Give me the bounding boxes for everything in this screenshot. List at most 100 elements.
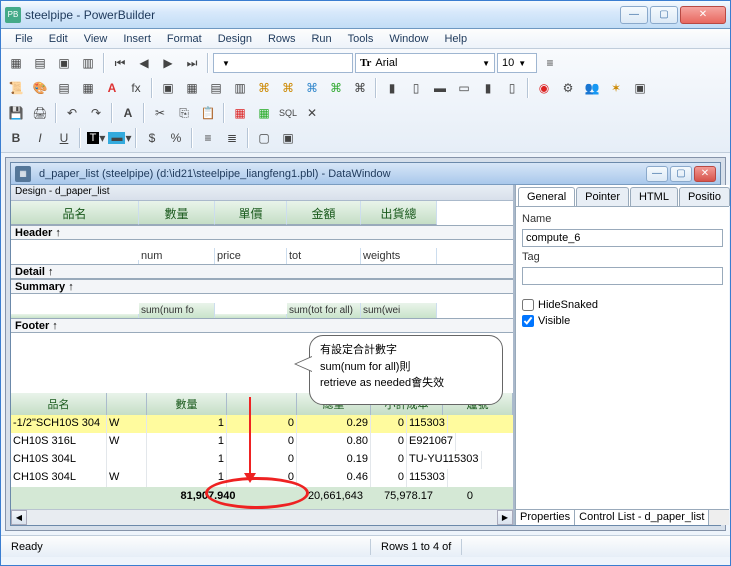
child-max-button[interactable]: ▢ [670,166,692,182]
tag-input[interactable] [522,267,723,285]
col-num[interactable]: num [139,248,215,264]
calc-icon[interactable]: A [101,77,123,99]
text-icon[interactable]: A [117,102,139,124]
bold-icon[interactable]: B [5,127,27,149]
menu-design[interactable]: Design [210,31,260,47]
preview-green-icon[interactable]: ▦ [253,102,275,124]
table-row[interactable]: CH10S 316LW 10 0.800 E921067 [11,433,513,451]
toolbox3-icon[interactable]: ▤ [205,77,227,99]
tool-icon[interactable]: ⚙ [557,77,579,99]
hdr-qty[interactable]: 數量 [139,201,215,225]
font-name-drop[interactable]: TrArial▼ [355,53,495,73]
header-band[interactable]: Header ↑ [11,225,513,240]
nav-last-icon[interactable]: ⏭ [181,52,203,74]
h-scrollbar[interactable]: ◀▶ [11,509,513,525]
underline-icon[interactable]: U [53,127,75,149]
window-icon[interactable]: ▣ [53,52,75,74]
tab-pointer[interactable]: Pointer [576,187,629,206]
db3-icon[interactable]: ⌘ [301,77,323,99]
menu-edit[interactable]: Edit [41,31,76,47]
toolbox2-icon[interactable]: ▦ [181,77,203,99]
currency-icon[interactable]: $ [141,127,163,149]
print-icon[interactable]: 🖨 [29,102,51,124]
col-price[interactable]: price [215,248,287,264]
border2-icon[interactable]: ▣ [277,127,299,149]
clear-icon[interactable]: ✕ [301,102,323,124]
name-input[interactable] [522,229,723,247]
bar3-icon[interactable]: ▬ [429,77,451,99]
gear-icon[interactable]: ✶ [605,77,627,99]
sum-wt[interactable]: sum(wei [361,303,437,318]
menu-tools[interactable]: Tools [340,31,382,47]
hdr-wt[interactable]: 出貨總 [361,201,437,225]
red-dot-icon[interactable]: ◉ [533,77,555,99]
detail-band[interactable]: Detail ↑ [11,264,513,279]
db2-icon[interactable]: ⌘ [277,77,299,99]
bar2-icon[interactable]: ▯ [405,77,427,99]
new-icon[interactable]: ▦ [5,52,27,74]
maximize-button[interactable]: ▢ [650,6,678,24]
painter-icon[interactable]: 🎨 [29,77,51,99]
menu-view[interactable]: View [76,31,116,47]
menu-format[interactable]: Format [159,31,210,47]
summary-band[interactable]: Summary ↑ [11,279,513,294]
hdr-name[interactable]: 品名 [11,201,139,225]
list-icon[interactable]: ▤ [53,77,75,99]
hdr-price[interactable]: 單價 [215,201,287,225]
hdr-amt[interactable]: 金額 [287,201,361,225]
people-icon[interactable]: 👥 [581,77,603,99]
border1-icon[interactable]: ▢ [253,127,275,149]
toolbox4-icon[interactable]: ▥ [229,77,251,99]
db4-icon[interactable]: ⌘ [325,77,347,99]
close-button[interactable]: ✕ [680,6,726,24]
list2-icon[interactable]: ≣ [221,127,243,149]
undo-icon[interactable]: ↶ [61,102,83,124]
nav-first-icon[interactable]: ⏮ [109,52,131,74]
minimize-button[interactable]: — [620,6,648,24]
list1-icon[interactable]: ≡ [197,127,219,149]
db5-icon[interactable]: ⌘ [349,77,371,99]
tab-properties[interactable]: Properties [516,510,575,525]
hidesnaked-checkbox[interactable]: HideSnaked [522,299,723,311]
bar6-icon[interactable]: ▯ [501,77,523,99]
table-row[interactable]: CH10S 304L 10 0.190 TU-YU115303 [11,451,513,469]
open-icon[interactable]: ▤ [29,52,51,74]
percent-icon[interactable]: % [165,127,187,149]
tree-icon[interactable]: ▦ [77,77,99,99]
font-size-drop[interactable]: 10▼ [497,53,537,73]
redo-icon[interactable]: ↷ [85,102,107,124]
col-weights[interactable]: weights [361,248,437,264]
copy-icon[interactable]: ⎘ [173,102,195,124]
bar4-icon[interactable]: ▭ [453,77,475,99]
fn-icon[interactable]: fx [125,77,147,99]
paste-icon[interactable]: 📋 [197,102,219,124]
titlebar[interactable]: PB steelpipe - PowerBuilder — ▢ ✕ [1,1,730,29]
tab-general[interactable]: General [518,187,575,206]
table-row[interactable]: -1/2"SCH10S 304W 10 0.290 115303 [11,415,513,433]
col-tot[interactable]: tot [287,248,361,264]
sql-icon[interactable]: SQL [277,102,299,124]
bar5-icon[interactable]: ▮ [477,77,499,99]
child-titlebar[interactable]: ▦ d_paper_list (steelpipe) (d:\id21\stee… [11,163,720,185]
child-min-button[interactable]: — [646,166,668,182]
italic-icon[interactable]: I [29,127,51,149]
nav-prev-icon[interactable]: ◀ [133,52,155,74]
menu-insert[interactable]: Insert [115,31,159,47]
menu-help[interactable]: Help [436,31,475,47]
cut-icon[interactable]: ✂ [149,102,171,124]
bar1-icon[interactable]: ▮ [381,77,403,99]
script-icon[interactable]: 📜 [5,77,27,99]
tab-position[interactable]: Positio [679,187,730,206]
tab-controllist[interactable]: Control List - d_paper_list [575,510,709,525]
preview-red-icon[interactable]: ▦ [229,102,251,124]
object-icon[interactable]: ▥ [77,52,99,74]
more-icon[interactable]: ≡ [539,52,561,74]
menu-window[interactable]: Window [381,31,436,47]
forecolor-drop[interactable]: T▾ [85,127,107,149]
help-icon[interactable]: ▣ [629,77,651,99]
child-close-button[interactable]: ✕ [694,166,716,182]
sum-tot[interactable]: sum(tot for all) [287,303,361,318]
menu-file[interactable]: File [7,31,41,47]
visible-checkbox[interactable]: Visible [522,315,723,327]
tab-html[interactable]: HTML [630,187,678,206]
